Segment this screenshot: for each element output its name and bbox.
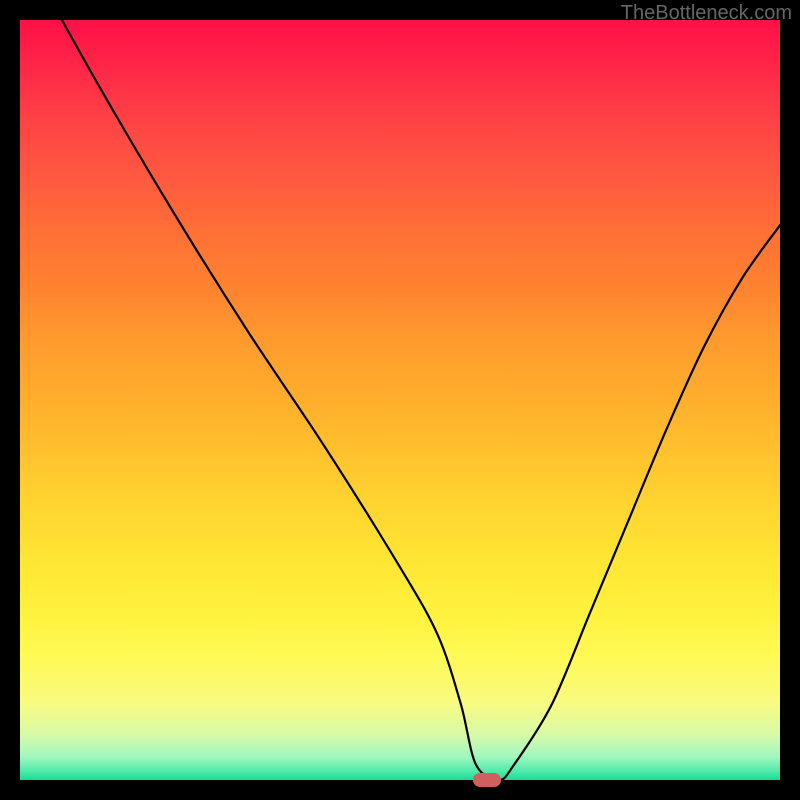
- minimum-marker: [473, 773, 501, 787]
- chart-container: TheBottleneck.com: [0, 0, 800, 800]
- bottleneck-curve: [20, 20, 780, 780]
- watermark-text: TheBottleneck.com: [621, 2, 792, 25]
- plot-area: [20, 20, 780, 780]
